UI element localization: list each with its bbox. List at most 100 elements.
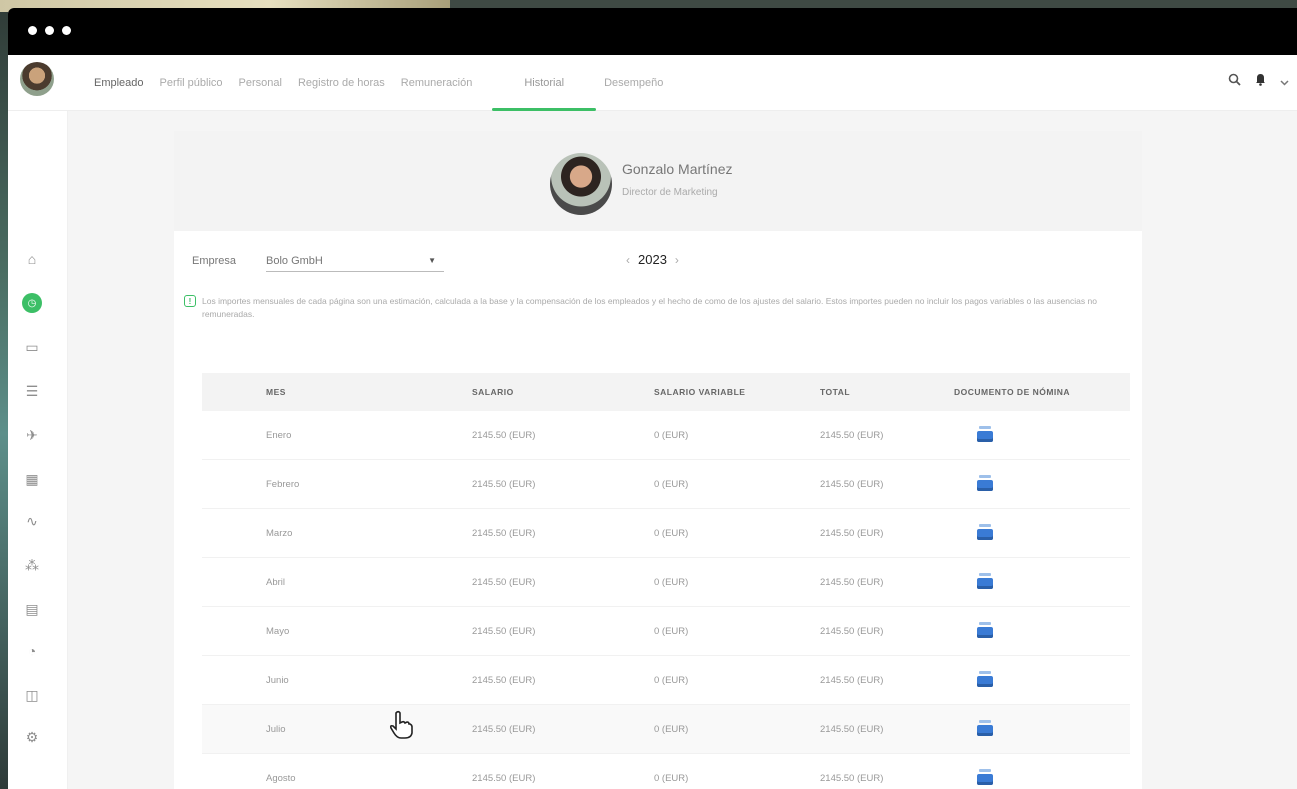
top-actions [1228, 73, 1289, 89]
cell-total: 2145.50 (EUR) [820, 429, 884, 441]
header-salario[interactable]: SALARIO [472, 387, 654, 397]
briefcase-icon[interactable]: ▭ [22, 337, 42, 357]
table-row[interactable]: Enero 2145.50 (EUR) 0 (EUR) 2145.50 (EUR… [202, 411, 1130, 460]
clock-icon[interactable]: ◔ [22, 641, 42, 661]
cell-total: 2145.50 (EUR) [820, 576, 884, 588]
bag-icon[interactable]: ◫ [22, 685, 42, 705]
cell-mes: Enero [266, 429, 292, 441]
cell-documento [954, 622, 1130, 640]
cell-total: 2145.50 (EUR) [820, 723, 884, 735]
payslip-document-icon[interactable] [976, 622, 994, 640]
app-window: Empleado Perfil público Personal Registr… [8, 8, 1297, 789]
caret-down-icon: ▼ [428, 256, 436, 265]
next-year-icon[interactable]: › [675, 253, 679, 267]
cell-variable: 0 (EUR) [654, 527, 689, 539]
filter-icon[interactable]: ☰ [22, 381, 42, 401]
cell-variable: 0 (EUR) [654, 576, 689, 588]
cell-salario: 2145.50 (EUR) [472, 625, 536, 637]
payslip-document-icon[interactable] [976, 720, 994, 738]
cell-total: 2145.50 (EUR) [820, 674, 884, 686]
cell-documento [954, 573, 1130, 591]
chevron-down-icon[interactable] [1280, 74, 1289, 89]
cell-salario: 2145.50 (EUR) [472, 527, 536, 539]
activity-icon[interactable]: ∿ [22, 511, 42, 531]
table-row[interactable]: Junio 2145.50 (EUR) 0 (EUR) 2145.50 (EUR… [202, 656, 1130, 705]
payslip-document-icon[interactable] [976, 426, 994, 444]
tab-perfil-publico[interactable]: Perfil público [152, 55, 231, 111]
employee-tabs: Empleado Perfil público Personal Registr… [86, 55, 671, 111]
table-row[interactable]: Marzo 2145.50 (EUR) 0 (EUR) 2145.50 (EUR… [202, 509, 1130, 558]
cell-documento [954, 720, 1130, 738]
window-dot-close[interactable] [28, 26, 37, 35]
cell-total: 2145.50 (EUR) [820, 625, 884, 637]
table-row[interactable]: Febrero 2145.50 (EUR) 0 (EUR) 2145.50 (E… [202, 460, 1130, 509]
search-icon[interactable] [1228, 73, 1241, 89]
cell-documento [954, 769, 1130, 787]
cell-mes: Julio [266, 723, 286, 735]
hand-cursor-icon [388, 710, 414, 747]
tab-remuneracion[interactable]: Remuneración [393, 55, 481, 111]
table-row[interactable]: Abril 2145.50 (EUR) 0 (EUR) 2145.50 (EUR… [202, 558, 1130, 607]
cell-salario: 2145.50 (EUR) [472, 723, 536, 735]
header-documento[interactable]: DOCUMENTO DE NÓMINA [954, 387, 1130, 397]
table-row[interactable]: Mayo 2145.50 (EUR) 0 (EUR) 2145.50 (EUR) [202, 607, 1130, 656]
previous-year-icon[interactable]: ‹ [626, 253, 630, 267]
profile-header: Gonzalo Martínez Director de Marketing [174, 131, 1142, 231]
info-note: ! Los importes mensuales de cada página … [184, 295, 1132, 321]
cell-documento [954, 671, 1130, 689]
window-dot-minimize[interactable] [45, 26, 54, 35]
clock-active-icon[interactable]: ◷ [22, 293, 42, 313]
company-select[interactable]: Bolo GmbH ▼ [266, 250, 444, 272]
clipboard-icon[interactable]: ▤ [22, 599, 42, 619]
company-label: Empresa [192, 255, 237, 267]
payslip-document-icon[interactable] [976, 671, 994, 689]
table-header: MES SALARIO SALARIO VARIABLE TOTAL DOCUM… [202, 373, 1130, 411]
window-controls [28, 26, 71, 35]
plane-icon[interactable]: ✈ [22, 425, 42, 445]
table-row[interactable]: Agosto 2145.50 (EUR) 0 (EUR) 2145.50 (EU… [202, 754, 1130, 789]
cell-salario: 2145.50 (EUR) [472, 478, 536, 490]
sidebar: ⌂ ◷ ▭ ☰ ✈ ▦ ∿ ⁂ ▤ ◔ ◫ ⚙ [8, 111, 68, 789]
cell-mes: Febrero [266, 478, 300, 490]
cell-total: 2145.50 (EUR) [820, 527, 884, 539]
header-mes[interactable]: MES [202, 387, 472, 397]
payslip-document-icon[interactable] [976, 769, 994, 787]
settings-icon[interactable]: ⚙ [22, 727, 42, 747]
cell-mes: Junio [266, 674, 289, 686]
org-chart-icon[interactable]: ⁂ [22, 555, 42, 575]
cell-mes: Mayo [266, 625, 290, 637]
tab-registro-horas[interactable]: Registro de horas [290, 55, 393, 111]
history-card: Gonzalo Martínez Director de Marketing E… [174, 131, 1142, 789]
calendar-icon[interactable]: ▦ [22, 469, 42, 489]
cell-mes: Agosto [266, 772, 296, 784]
payslip-document-icon[interactable] [976, 475, 994, 493]
user-avatar[interactable] [20, 62, 54, 96]
cell-salario: 2145.50 (EUR) [472, 429, 536, 441]
profile-name: Gonzalo Martínez [622, 161, 733, 177]
year-navigator: ‹ 2023 › [626, 252, 679, 267]
cell-variable: 0 (EUR) [654, 478, 689, 490]
cell-variable: 0 (EUR) [654, 625, 689, 637]
cell-salario: 2145.50 (EUR) [472, 772, 536, 784]
home-icon[interactable]: ⌂ [22, 249, 42, 269]
cell-variable: 0 (EUR) [654, 723, 689, 735]
notification-icon[interactable] [1255, 73, 1266, 89]
tab-desempeno[interactable]: Desempeño [596, 55, 671, 111]
company-select-value: Bolo GmbH [266, 254, 323, 267]
tab-empleado[interactable]: Empleado [86, 55, 152, 111]
cell-total: 2145.50 (EUR) [820, 772, 884, 784]
header-total[interactable]: TOTAL [820, 387, 954, 397]
cell-total: 2145.50 (EUR) [820, 478, 884, 490]
tab-personal[interactable]: Personal [231, 55, 290, 111]
payslip-document-icon[interactable] [976, 573, 994, 591]
cell-salario: 2145.50 (EUR) [472, 576, 536, 588]
payslip-document-icon[interactable] [976, 524, 994, 542]
window-dot-maximize[interactable] [62, 26, 71, 35]
profile-avatar [550, 153, 612, 215]
header-salario-variable[interactable]: SALARIO VARIABLE [654, 387, 820, 397]
top-navigation: Empleado Perfil público Personal Registr… [8, 55, 1297, 111]
main-content: Gonzalo Martínez Director de Marketing E… [68, 111, 1297, 789]
year-value: 2023 [638, 252, 667, 267]
tab-historial[interactable]: Historial [492, 55, 596, 111]
table-row[interactable]: Julio 2145.50 (EUR) 0 (EUR) 2145.50 (EUR… [202, 705, 1130, 754]
